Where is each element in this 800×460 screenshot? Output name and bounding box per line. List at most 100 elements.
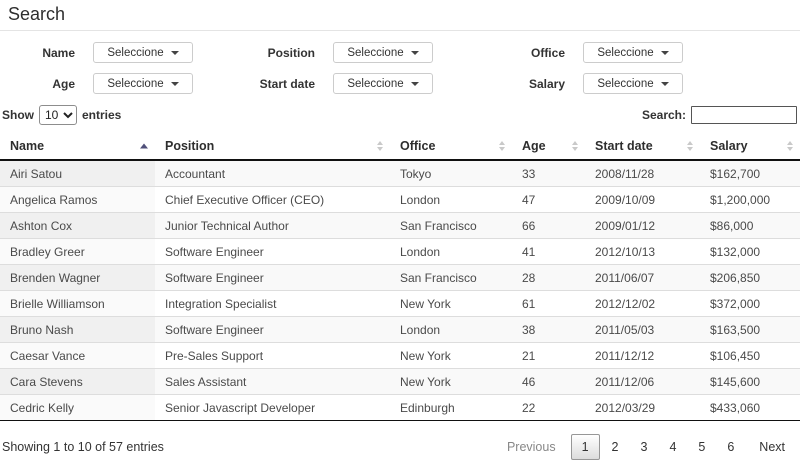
cell-name: Bradley Greer — [0, 238, 155, 265]
cell-name: Ashton Cox — [0, 212, 155, 239]
sort-both-icon — [687, 141, 693, 151]
table-row: Caesar Vance Pre-Sales Support New York 21 2… — [0, 342, 800, 369]
cell-name: Cedric Kelly — [0, 394, 155, 421]
cell-age: 38 — [512, 316, 585, 343]
sort-both-icon — [499, 141, 505, 151]
cell-start-date: 2011/06/07 — [585, 264, 700, 291]
entries-label: entries — [82, 108, 122, 122]
cell-office: Edinburgh — [390, 394, 512, 421]
column-header-office-label: Office — [400, 139, 436, 153]
page-length-select[interactable]: 10 — [39, 105, 77, 125]
table-row: Cara Stevens Sales Assistant New York 46 201… — [0, 368, 800, 395]
table-footer: Showing 1 to 10 of 57 entries Previous 1… — [0, 421, 800, 460]
column-header-start-date[interactable]: Start date — [585, 133, 700, 161]
filter-salary-dropdown[interactable]: Seleccione — [583, 73, 683, 94]
cell-office: San Francisco — [390, 212, 512, 239]
caret-down-icon — [660, 81, 669, 86]
caret-down-icon — [170, 50, 179, 55]
cell-age: 46 — [512, 368, 585, 395]
pagination-page-4[interactable]: 4 — [659, 434, 686, 460]
cell-start-date: 2011/12/12 — [585, 342, 700, 369]
column-header-name[interactable]: Name — [0, 133, 155, 161]
sort-both-icon — [787, 141, 793, 151]
cell-position: Integration Specialist — [155, 290, 390, 317]
filter-name-dropdown-label: Seleccione — [107, 46, 164, 59]
caret-down-icon — [660, 50, 669, 55]
filter-salary: Salary Seleccione — [490, 73, 800, 94]
cell-age: 33 — [512, 159, 585, 187]
cell-office: London — [390, 316, 512, 343]
table-row: Bradley Greer Software Engineer London 41 20… — [0, 238, 800, 265]
cell-age: 28 — [512, 264, 585, 291]
cell-start-date: 2011/12/06 — [585, 368, 700, 395]
cell-office: San Francisco — [390, 264, 512, 291]
cell-office: London — [390, 186, 512, 213]
cell-salary: $145,600 — [700, 368, 800, 395]
cell-salary: $86,000 — [700, 212, 800, 239]
column-header-salary[interactable]: Salary — [700, 133, 800, 161]
column-header-position[interactable]: Position — [155, 133, 390, 161]
cell-office: Tokyo — [390, 159, 512, 187]
data-table: Name Position Office Age Start date Sala… — [0, 133, 800, 421]
filter-position-dropdown-label: Seleccione — [347, 46, 404, 59]
filter-office: Office Seleccione — [490, 42, 800, 63]
cell-name: Caesar Vance — [0, 342, 155, 369]
filter-start-date-label: Start date — [259, 76, 315, 91]
table-row: Brenden Wagner Software Engineer San Franc… — [0, 264, 800, 291]
column-header-age[interactable]: Age — [512, 133, 585, 161]
filter-start-date-dropdown[interactable]: Seleccione — [333, 73, 433, 94]
column-header-office[interactable]: Office — [390, 133, 512, 161]
filter-salary-label: Salary — [528, 76, 565, 91]
cell-salary: $1,200,000 — [700, 186, 800, 213]
table-row: Bruno Nash Software Engineer London 38 2011/… — [0, 316, 800, 343]
cell-age: 22 — [512, 394, 585, 421]
pagination-previous-button[interactable]: Previous — [497, 434, 566, 460]
pagination-page-3[interactable]: 3 — [630, 434, 657, 460]
cell-age: 41 — [512, 238, 585, 265]
column-header-age-label: Age — [522, 139, 546, 153]
cell-name: Cara Stevens — [0, 368, 155, 395]
caret-down-icon — [410, 50, 419, 55]
filter-office-label: Office — [530, 45, 565, 60]
table-info: Showing 1 to 10 of 57 entries — [2, 440, 164, 454]
table-body: Airi Satou Accountant Tokyo 33 2008/11/28 $16… — [0, 159, 800, 421]
cell-age: 66 — [512, 212, 585, 239]
cell-office: New York — [390, 342, 512, 369]
filter-name-label: Name — [42, 45, 75, 60]
pagination-page-5[interactable]: 5 — [688, 434, 715, 460]
filter-start-date: Start date Seleccione — [240, 73, 490, 94]
filter-position-dropdown[interactable]: Seleccione — [333, 42, 433, 63]
cell-position: Sales Assistant — [155, 368, 390, 395]
filter-start-date-dropdown-label: Seleccione — [347, 77, 404, 90]
search-input[interactable] — [691, 106, 797, 124]
filter-office-dropdown-label: Seleccione — [597, 46, 654, 59]
cell-salary: $132,000 — [700, 238, 800, 265]
search-control: Search: — [642, 106, 797, 124]
page-length-control: Show 10 entries — [2, 105, 121, 125]
cell-start-date: 2012/03/29 — [585, 394, 700, 421]
page-header: Search — [0, 0, 800, 31]
caret-down-icon — [410, 81, 419, 86]
table-row: Airi Satou Accountant Tokyo 33 2008/11/28 $16… — [0, 159, 800, 187]
pagination-page-2[interactable]: 2 — [602, 434, 629, 460]
filter-age-label: Age — [52, 76, 75, 91]
filter-age-dropdown[interactable]: Seleccione — [93, 73, 193, 94]
cell-name: Brielle Williamson — [0, 290, 155, 317]
filter-age: Age Seleccione — [0, 73, 240, 94]
pagination-next-button[interactable]: Next — [749, 434, 795, 460]
filter-age-dropdown-label: Seleccione — [107, 77, 164, 90]
cell-start-date: 2012/12/02 — [585, 290, 700, 317]
cell-name: Bruno Nash — [0, 316, 155, 343]
cell-salary: $433,060 — [700, 394, 800, 421]
table-row: Brielle Williamson Integration Specialist… — [0, 290, 800, 317]
pagination-page-1[interactable]: 1 — [570, 434, 600, 460]
filter-panel: Name Seleccione Position Seleccione Offi… — [0, 31, 800, 101]
sort-ascending-icon — [140, 143, 148, 149]
cell-name: Angelica Ramos — [0, 186, 155, 213]
filter-office-dropdown[interactable]: Seleccione — [583, 42, 683, 63]
pagination-page-6[interactable]: 6 — [717, 434, 744, 460]
filter-position-label: Position — [267, 45, 315, 60]
cell-position: Software Engineer — [155, 238, 390, 265]
cell-name: Airi Satou — [0, 159, 155, 187]
filter-name-dropdown[interactable]: Seleccione — [93, 42, 193, 63]
